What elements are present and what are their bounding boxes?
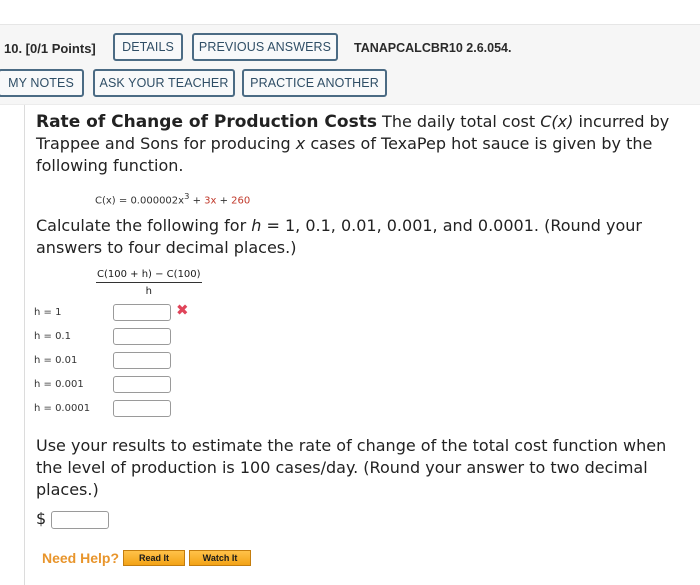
difference-quotient: C(100 + h) − C(100) h xyxy=(96,269,202,297)
rate-of-change-input[interactable] xyxy=(51,511,109,529)
estimate-instruction: Use your results to estimate the rate of… xyxy=(36,436,667,499)
fraction-numerator: C(100 + h) − C(100) xyxy=(96,269,202,283)
currency-symbol: $ xyxy=(36,509,47,528)
problem-code: TANAPCALCBR10 2.6.054. xyxy=(354,41,512,55)
fraction-denominator: h xyxy=(145,286,152,297)
need-help-label: Need Help? xyxy=(42,550,120,566)
read-it-button[interactable]: Read It xyxy=(123,550,185,566)
ask-your-teacher-button[interactable]: ASK YOUR TEACHER xyxy=(93,69,235,97)
h-label-0.001: h = 0.001 xyxy=(34,379,84,390)
answer-input-h-1[interactable] xyxy=(113,304,171,321)
h-label-0.01: h = 0.01 xyxy=(34,355,78,366)
my-notes-button[interactable]: MY NOTES xyxy=(0,69,84,97)
answer-input-h-0.001[interactable] xyxy=(113,376,171,393)
answer-input-h-0.0001[interactable] xyxy=(113,400,171,417)
details-button[interactable]: DETAILS xyxy=(113,33,183,61)
h-label-0.0001: h = 0.0001 xyxy=(34,403,91,414)
problem-title: Rate of Change of Production Costs xyxy=(36,112,377,132)
h-label-0.1: h = 0.1 xyxy=(34,331,71,342)
problem-statement: Rate of Change of Production Costs The d… xyxy=(36,112,670,175)
question-content: Rate of Change of Production Costs The d… xyxy=(24,105,700,585)
instruction-text: Calculate the following for h = 1, 0.1, … xyxy=(36,216,642,257)
watch-it-button[interactable]: Watch It xyxy=(189,550,251,566)
answer-input-h-0.1[interactable] xyxy=(113,328,171,345)
answer-input-h-0.01[interactable] xyxy=(113,352,171,369)
question-header: 10. [0/1 Points] DETAILS PREVIOUS ANSWER… xyxy=(0,24,700,105)
practice-another-button[interactable]: PRACTICE ANOTHER xyxy=(242,69,387,97)
incorrect-icon: ✖ xyxy=(176,301,189,319)
cost-function-formula: C(x) = 0.000002x3 + 3x + 260 xyxy=(95,191,251,207)
previous-answers-button[interactable]: PREVIOUS ANSWERS xyxy=(192,33,338,61)
h-label-1: h = 1 xyxy=(34,307,62,318)
question-points-label: 10. [0/1 Points] xyxy=(4,41,96,56)
